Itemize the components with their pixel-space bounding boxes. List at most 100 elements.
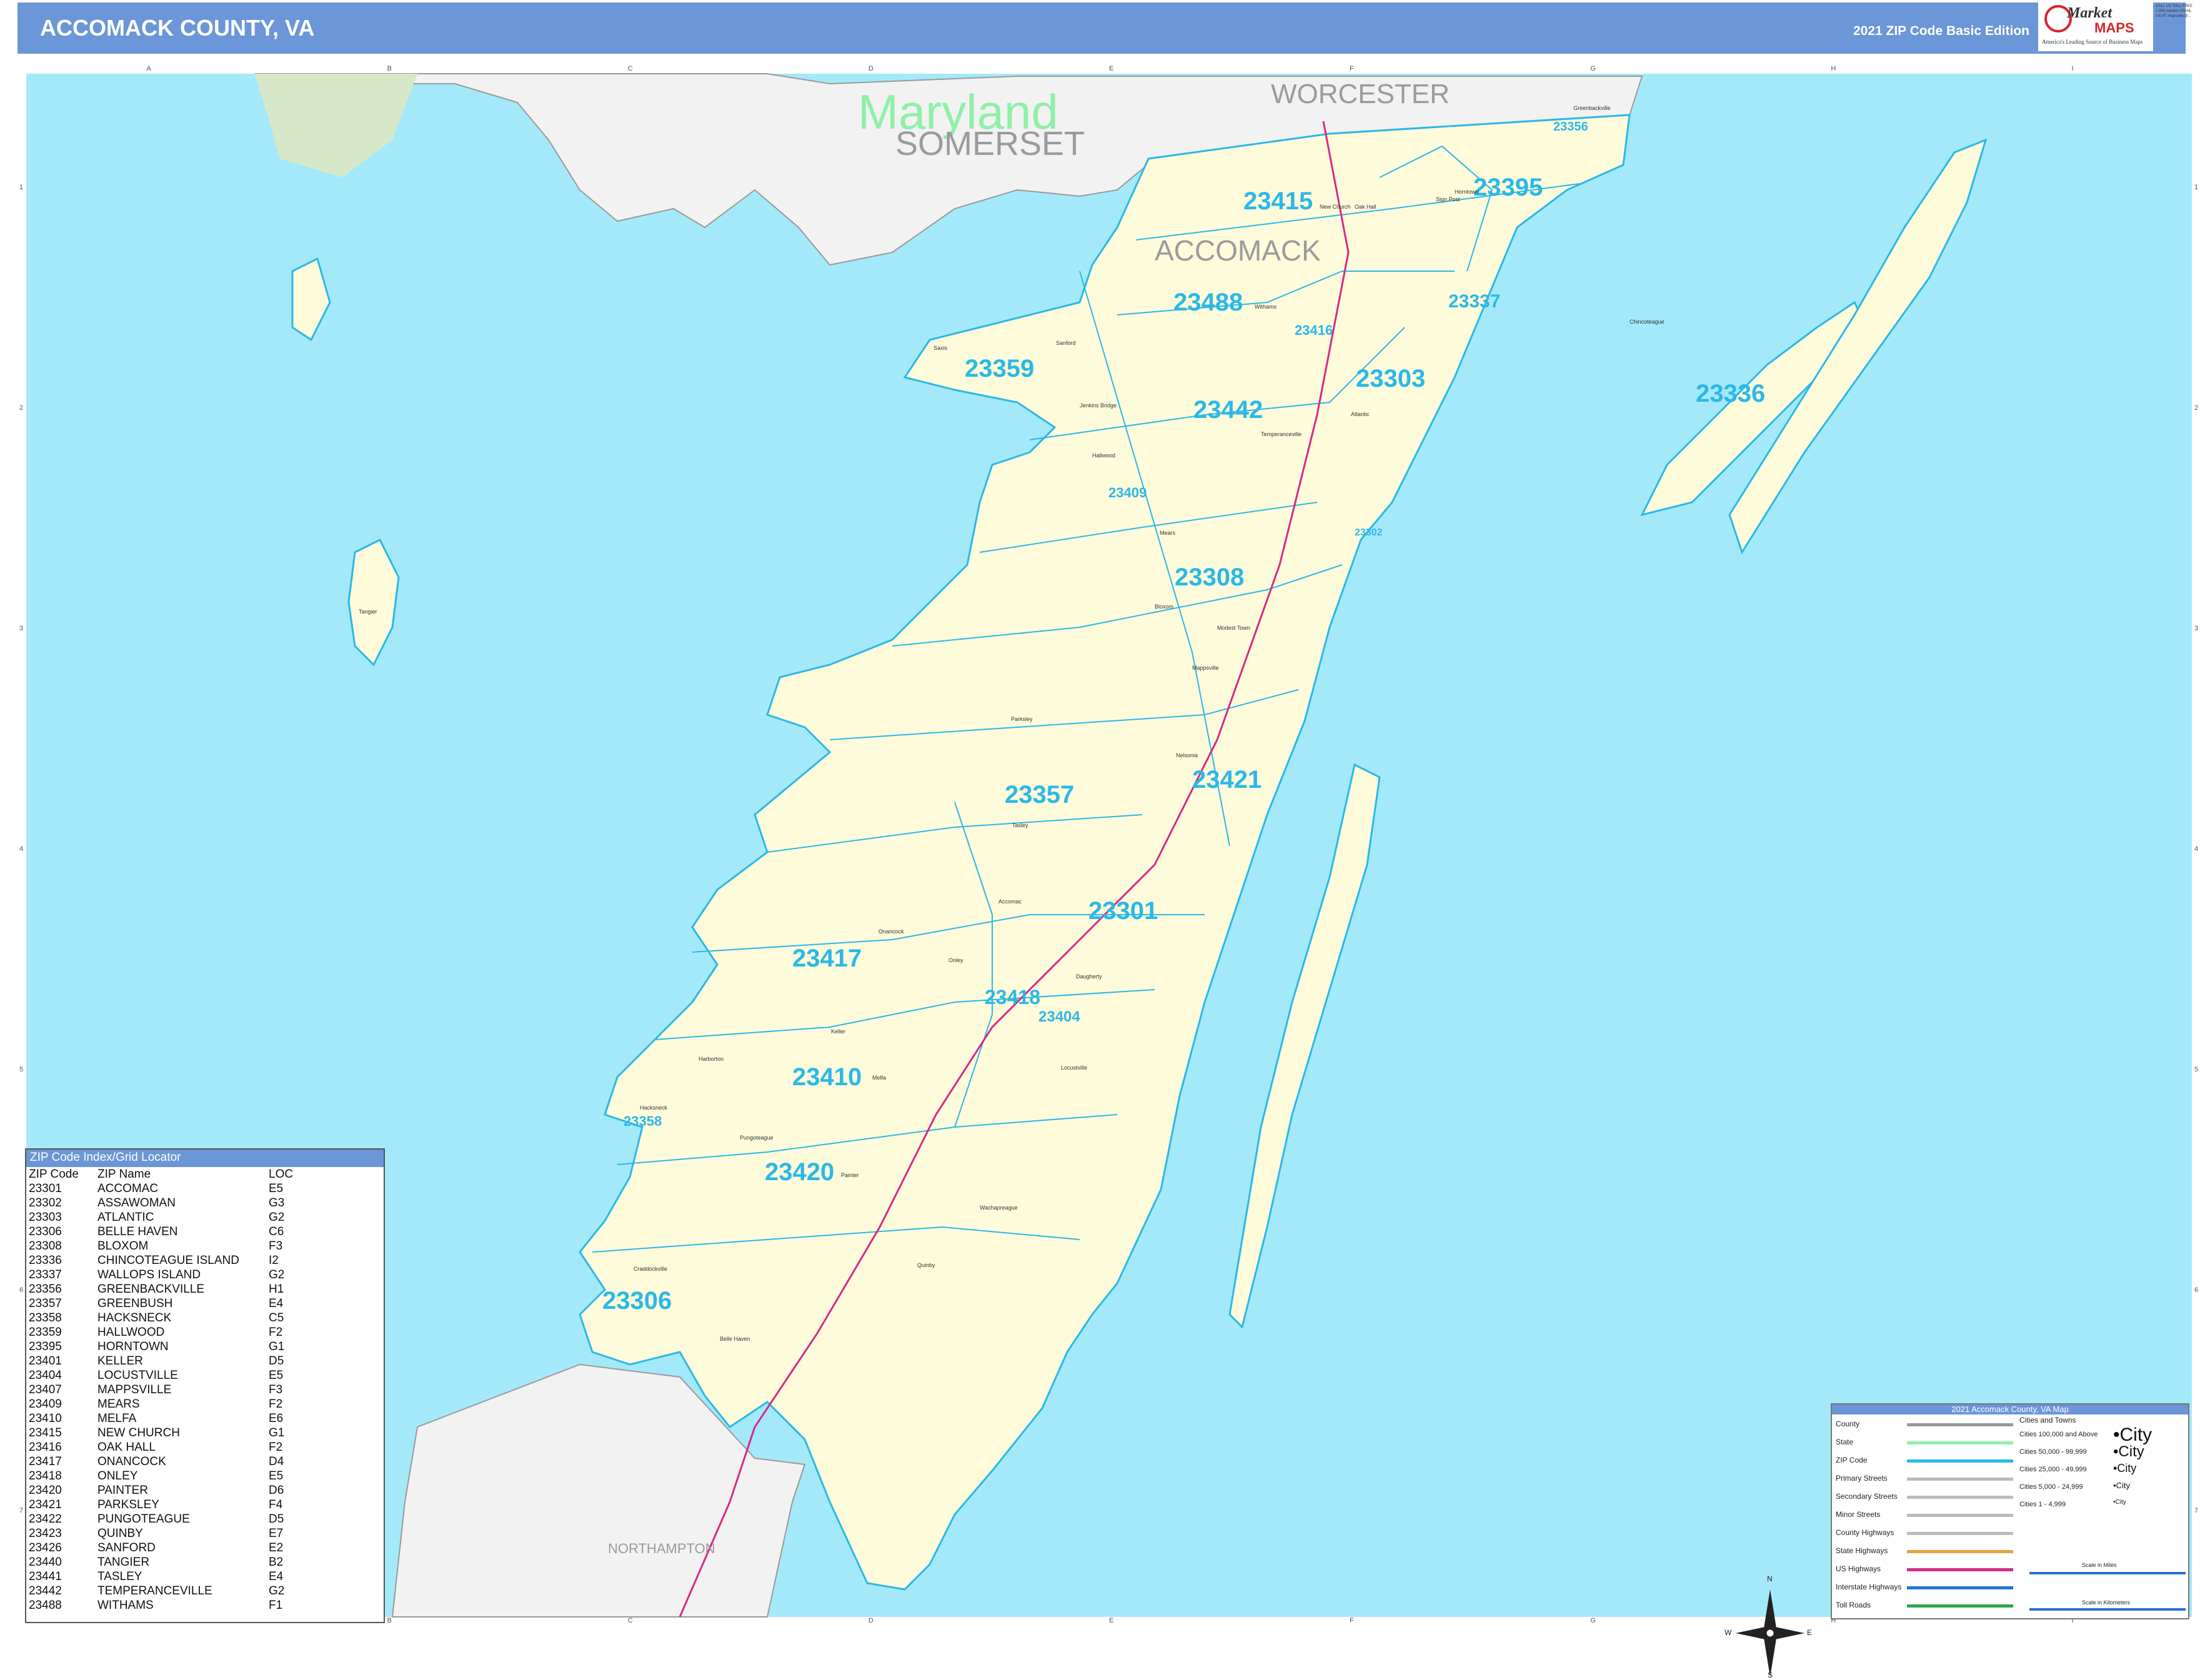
zip-label: 23404 (1038, 1008, 1080, 1025)
town-label: Hallwood (1092, 452, 1116, 459)
zip-name-cell: TEMPERANCEVILLE (97, 1584, 212, 1598)
grid-column-label: B (387, 1617, 392, 1624)
zip-code-cell: 23417 (29, 1455, 62, 1468)
compass-rose: N S E W (1725, 1574, 1813, 1679)
town-label: Craddockville (634, 1266, 668, 1272)
zip-code-cell: 23442 (29, 1584, 62, 1598)
grid-row-label: 3 (19, 625, 24, 633)
zip-label: 23308 (1175, 564, 1245, 591)
zip-label: 23421 (1192, 766, 1262, 793)
legend-item-label: Primary Streets (1836, 1474, 1888, 1483)
grid-row-label: 3 (2194, 625, 2199, 633)
county-label-somerset: SOMERSET (895, 125, 1085, 162)
title-bar: ACCOMACK COUNTY, VA 2021 ZIP Code Basic … (17, 2, 2186, 54)
zip-label: 23409 (1108, 485, 1147, 500)
zip-index-row: 23359 HALLWOOD F2 (29, 1325, 306, 1340)
zip-loc-cell: C5 (269, 1311, 284, 1325)
zip-index-row: 23422 PUNGOTEAGUE D5 (29, 1512, 306, 1526)
zip-loc-cell: F2 (269, 1441, 283, 1454)
zip-name-cell: GREENBACKVILLE (97, 1283, 205, 1296)
zip-index-row: 23301 ACCOMAC E5 (29, 1181, 306, 1196)
legend-swatch (1907, 1586, 2013, 1589)
zip-name-cell: PAINTER (97, 1484, 148, 1497)
zip-index-row: 23423 QUINBY E7 (29, 1526, 306, 1541)
grid-column-label: D (868, 1617, 874, 1624)
zip-loc-cell: G2 (269, 1211, 285, 1224)
legend-item-label: Minor Streets (1836, 1510, 1881, 1519)
zip-label: 23416 (1295, 322, 1333, 338)
town-label: Daugherty (1076, 973, 1102, 980)
town-label: Accomac (998, 898, 1022, 905)
zip-name-cell: WITHAMS (97, 1599, 154, 1612)
town-label: Locustville (1061, 1065, 1088, 1071)
legend-swatch (1907, 1604, 2013, 1608)
town-label: Tangier (359, 609, 377, 615)
zip-label: 23301 (1088, 897, 1158, 925)
grid-column-label: F (1350, 65, 1354, 72)
zip-label: 23417 (792, 945, 862, 972)
zip-code-cell: 23418 (29, 1469, 62, 1483)
zip-label: 23358 (624, 1113, 662, 1129)
town-label: Parksley (1011, 716, 1033, 722)
zip-index-row: 23407 MAPPSVILLE F3 (29, 1383, 306, 1397)
town-label: Hacksneck (640, 1105, 668, 1111)
zip-code-cell: 23357 (29, 1297, 62, 1310)
zip-loc-cell: F3 (269, 1240, 283, 1253)
zip-name-cell: TASLEY (97, 1570, 142, 1583)
zip-code-cell: 23441 (29, 1570, 62, 1583)
town-label: Temperanceville (1261, 431, 1302, 437)
map-legend: 2021 Accomack County, VA Map County State… (1831, 1403, 2189, 1619)
zip-code-cell: 23302 (29, 1196, 62, 1210)
legend-swatch (1907, 1478, 2013, 1481)
town-label: Atlantic (1351, 411, 1370, 417)
zip-name-cell: ONANCOCK (97, 1455, 166, 1468)
zip-loc-cell: G3 (269, 1196, 285, 1210)
zip-index-title: ZIP Code Index/Grid Locator (26, 1150, 384, 1167)
legend-item-label: ZIP Code (1836, 1456, 1868, 1464)
grid-row-label: 4 (19, 845, 24, 853)
zip-index-row: 23442 TEMPERANCEVILLE G2 (29, 1584, 306, 1598)
zip-name-cell: LOCUSTVILLE (97, 1369, 178, 1382)
town-label: Greenbackville (1573, 105, 1611, 111)
grid-row-label: 1 (2194, 184, 2199, 192)
legend-item-label: Secondary Streets (1836, 1492, 1898, 1501)
zip-code-cell: 23410 (29, 1412, 62, 1425)
legend-swatch (1907, 1423, 2013, 1426)
zip-loc-cell: B2 (269, 1556, 284, 1569)
zip-index-row: 23357 GREENBUSH E4 (29, 1296, 306, 1311)
zip-code-cell: 23337 (29, 1268, 62, 1281)
legend-city-sample: •City (2113, 1424, 2153, 1445)
zip-loc-cell: E7 (269, 1527, 284, 1540)
zip-name-cell: QUINBY (97, 1527, 143, 1540)
zip-loc-cell: F1 (269, 1599, 283, 1612)
logo-tagline: America's Leading Source of Business Map… (2042, 39, 2143, 45)
legend-item-label: Interstate Highways (1836, 1583, 1902, 1591)
zip-name-cell: KELLER (97, 1354, 143, 1368)
compass-east: E (1807, 1628, 1813, 1637)
legend-swatch (1907, 1532, 2013, 1535)
edition-label: 2021 ZIP Code Basic Edition (1853, 24, 2029, 38)
scale-bar-miles (2029, 1572, 2186, 1574)
zip-name-cell: NEW CHURCH (97, 1426, 180, 1439)
zip-code-cell: 23356 (29, 1283, 62, 1296)
legend-title: 2021 Accomack County, VA Map (1832, 1404, 2188, 1414)
zip-loc-cell: G1 (269, 1340, 285, 1353)
zip-name-cell: ASSAWOMAN (97, 1196, 176, 1210)
town-label: Oak Hall (1355, 204, 1376, 210)
grid-column-label: E (1109, 1617, 1114, 1624)
zip-index-row: 23336 CHINCOTEAGUE ISLAND I2 (29, 1253, 306, 1268)
grid-row-label: 6 (19, 1286, 24, 1294)
town-label: New Church (1320, 204, 1351, 210)
zip-name-cell: PUNGOTEAGUE (97, 1513, 190, 1526)
zip-code-cell: 23359 (29, 1326, 62, 1339)
town-label: Onley (948, 957, 963, 963)
legend-city-class: Cities 50,000 - 99,999 (2019, 1448, 2087, 1456)
zip-loc-cell: E6 (269, 1412, 284, 1425)
zip-label: 23359 (965, 355, 1035, 382)
zip-index-table: ZIP Code ZIP Name LOC 23301 ACCOMAC E5 2330… (29, 1167, 306, 1613)
grid-column-label: G (1590, 1617, 1596, 1624)
zip-name-cell: WALLOPS ISLAND (97, 1268, 201, 1281)
legend-swatch (1907, 1459, 2013, 1463)
legend-swatch (1907, 1441, 2013, 1444)
town-label: Withams (1255, 304, 1277, 310)
